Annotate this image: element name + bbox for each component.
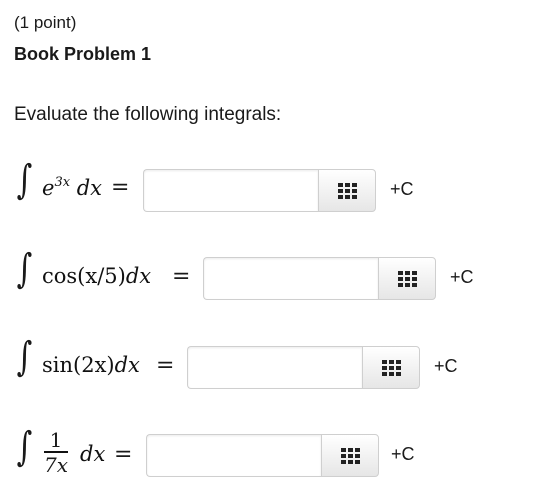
differential: dx	[125, 264, 152, 288]
differential: dx	[80, 442, 106, 466]
constant-label: +C	[434, 356, 458, 376]
answer-input-2[interactable]	[203, 257, 378, 300]
grid-icon	[337, 182, 357, 199]
problem-title: Book Problem 1	[14, 44, 152, 64]
equation-editor-button-2[interactable]	[378, 257, 436, 300]
answer-input-1[interactable]	[143, 169, 318, 212]
integrand-function: cos(x/5)	[42, 264, 126, 288]
equals-sign: =	[111, 175, 130, 200]
points-label: (1 point)	[14, 13, 77, 32]
constant-label: +C	[450, 267, 474, 287]
integral-sign: ∫	[16, 334, 33, 380]
answer-input-4[interactable]	[146, 434, 321, 477]
denominator: 7x	[44, 453, 69, 477]
grid-icon	[381, 359, 401, 376]
constant-label: +C	[390, 179, 414, 199]
integrand-function: sin(2x)	[42, 353, 115, 377]
grid-icon	[340, 447, 360, 464]
differential: dx	[114, 353, 140, 377]
differential: dx	[76, 176, 103, 200]
equals-sign: =	[156, 353, 175, 378]
numerator: 1	[44, 429, 69, 453]
equals-sign: =	[114, 442, 133, 467]
integrand-exponent: 3x	[54, 175, 71, 190]
equation-editor-button-3[interactable]	[362, 346, 420, 389]
equals-sign: =	[172, 264, 191, 289]
integrand-3: sin(2x)dx	[42, 353, 140, 377]
integrand-1: e3x dx	[42, 175, 102, 200]
integrand-base: e	[42, 176, 55, 200]
answer-input-3[interactable]	[187, 346, 362, 389]
integral-sign: ∫	[16, 424, 33, 470]
equation-editor-button-1[interactable]	[318, 169, 376, 212]
fraction: 1 7x	[44, 429, 69, 477]
constant-label: +C	[391, 444, 415, 464]
integrand-2: cos(x/5)dx	[42, 264, 151, 288]
equation-editor-button-4[interactable]	[321, 434, 379, 477]
integrand-4: dx	[80, 442, 105, 466]
grid-icon	[397, 270, 417, 287]
instructions-text: Evaluate the following integrals:	[14, 104, 282, 125]
integral-sign: ∫	[16, 157, 33, 203]
integral-sign: ∫	[16, 246, 33, 292]
